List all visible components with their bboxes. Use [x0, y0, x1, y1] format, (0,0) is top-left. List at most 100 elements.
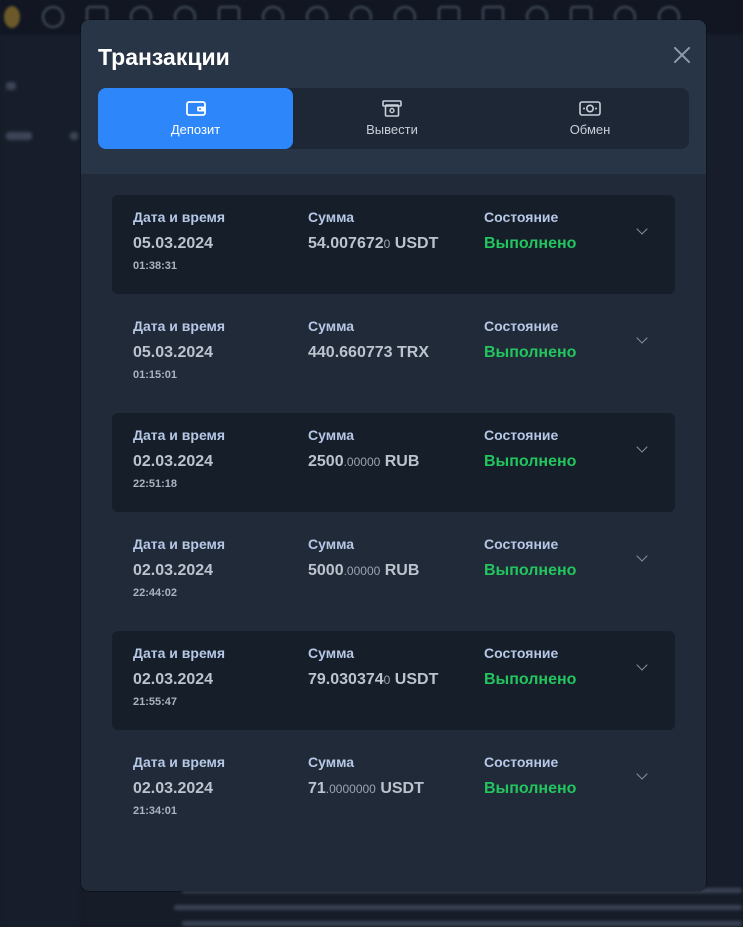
status-cell: Состояние Выполнено	[484, 536, 576, 580]
datetime-label: Дата и время	[133, 536, 226, 552]
amount-main: 5000	[308, 562, 344, 579]
amount-decimals: 0	[383, 673, 391, 687]
amount-label: Сумма	[308, 536, 355, 552]
datetime-label: Дата и время	[133, 318, 226, 334]
amount-currency: TRX	[396, 344, 429, 361]
chevron-down-icon[interactable]	[636, 659, 648, 671]
transaction-amount: 2500.00000 RUB	[308, 453, 419, 471]
status-label: Состояние	[484, 754, 559, 770]
datetime-cell: Дата и время 02.03.2024 22:51:18	[133, 427, 225, 490]
amount-currency: USDT	[380, 780, 424, 797]
amount-cell: Сумма 2500.00000 RUB	[308, 427, 419, 471]
transaction-time: 21:34:01	[133, 805, 178, 817]
amount-main: 79.030374	[308, 671, 384, 688]
tab-bar: Депозит Вывести Обмен	[98, 88, 689, 149]
datetime-label: Дата и время	[133, 427, 226, 443]
amount-label: Сумма	[308, 427, 355, 443]
transaction-amount: 440.660773 TRX	[308, 344, 429, 362]
transaction-date: 05.03.2024	[133, 235, 214, 252]
status-label: Состояние	[484, 645, 559, 661]
transaction-date: 02.03.2024	[133, 453, 214, 470]
status-label: Состояние	[484, 209, 559, 225]
datetime-cell: Дата и время 05.03.2024 01:38:31	[133, 209, 225, 272]
status-cell: Состояние Выполнено	[484, 645, 576, 689]
datetime-cell: Дата и время 02.03.2024 21:34:01	[133, 754, 225, 817]
status-label: Состояние	[484, 318, 559, 334]
transaction-row[interactable]: Дата и время 05.03.2024 01:15:01 Сумма 4…	[112, 304, 675, 403]
status-cell: Состояние Выполнено	[484, 209, 576, 253]
withdraw-icon	[382, 100, 402, 117]
status-label: Состояние	[484, 536, 559, 552]
exchange-icon	[579, 100, 601, 117]
amount-main: 440.660773	[308, 344, 393, 361]
amount-label: Сумма	[308, 318, 355, 334]
background-footer	[82, 888, 743, 927]
transaction-amount: 79.0303740 USDT	[308, 671, 438, 689]
amount-decimals: 0	[383, 237, 391, 251]
datetime-label: Дата и время	[133, 754, 226, 770]
datetime-cell: Дата и время 02.03.2024 21:55:47	[133, 645, 225, 708]
tab-deposit-label: Депозит	[170, 122, 221, 137]
coin-icon	[4, 6, 20, 28]
amount-label: Сумма	[308, 754, 355, 770]
wallet-icon	[185, 100, 206, 117]
status-badge: Выполнено	[484, 780, 577, 797]
status-cell: Состояние Выполнено	[484, 427, 576, 471]
transaction-row[interactable]: Дата и время 02.03.2024 22:44:02 Сумма 5…	[112, 522, 675, 621]
transaction-row[interactable]: Дата и время 05.03.2024 01:38:31 Сумма 5…	[112, 195, 675, 294]
amount-label: Сумма	[308, 209, 355, 225]
amount-cell: Сумма 79.0303740 USDT	[308, 645, 438, 689]
amount-main: 71	[308, 780, 326, 797]
transaction-date: 02.03.2024	[133, 780, 214, 797]
datetime-cell: Дата и время 05.03.2024 01:15:01	[133, 318, 225, 381]
transaction-list: Дата и время 05.03.2024 01:38:31 Сумма 5…	[112, 195, 675, 849]
datetime-label: Дата и время	[133, 209, 226, 225]
transaction-row[interactable]: Дата и время 02.03.2024 21:55:47 Сумма 7…	[112, 631, 675, 730]
amount-decimals: .00000	[343, 455, 381, 469]
amount-currency: RUB	[384, 562, 420, 579]
amount-cell: Сумма 54.0076720 USDT	[308, 209, 438, 253]
tab-withdraw[interactable]: Вывести	[293, 88, 491, 149]
status-cell: Состояние Выполнено	[484, 318, 576, 362]
transaction-row[interactable]: Дата и время 02.03.2024 22:51:18 Сумма 2…	[112, 413, 675, 512]
status-badge: Выполнено	[484, 562, 577, 579]
modal-title: Транзакции	[98, 44, 230, 70]
transaction-date: 02.03.2024	[133, 562, 214, 579]
chevron-down-icon[interactable]	[636, 332, 648, 344]
transaction-date: 02.03.2024	[133, 671, 214, 688]
transactions-modal: Транзакции Депозит Вывести Обмен Дата и …	[81, 20, 706, 891]
transaction-time: 01:38:31	[133, 260, 178, 272]
app-icon	[42, 6, 64, 28]
tab-deposit[interactable]: Депозит	[98, 88, 293, 149]
transaction-time: 22:44:02	[133, 587, 178, 599]
status-badge: Выполнено	[484, 344, 577, 361]
amount-currency: RUB	[384, 453, 420, 470]
tab-exchange-label: Обмен	[569, 122, 611, 137]
chevron-down-icon[interactable]	[636, 441, 648, 453]
amount-decimals: .00000	[343, 564, 381, 578]
chevron-down-icon[interactable]	[636, 550, 648, 562]
transaction-row[interactable]: Дата и время 02.03.2024 21:34:01 Сумма 7…	[112, 740, 675, 839]
amount-decimals: .0000000	[325, 782, 376, 796]
tab-withdraw-label: Вывести	[366, 122, 418, 137]
amount-currency: USDT	[394, 671, 439, 688]
chevron-down-icon[interactable]	[636, 768, 648, 780]
amount-label: Сумма	[308, 645, 355, 661]
amount-main: 2500	[308, 453, 344, 470]
tab-exchange[interactable]: Обмен	[491, 88, 689, 149]
chevron-down-icon[interactable]	[636, 223, 648, 235]
close-button[interactable]	[673, 46, 691, 64]
datetime-label: Дата и время	[133, 645, 226, 661]
status-label: Состояние	[484, 427, 559, 443]
amount-currency: USDT	[394, 235, 439, 252]
transaction-time: 22:51:18	[133, 478, 178, 490]
amount-cell: Сумма 71.0000000 USDT	[308, 754, 424, 798]
status-badge: Выполнено	[484, 235, 577, 252]
transaction-date: 05.03.2024	[133, 344, 214, 361]
amount-cell: Сумма 5000.00000 RUB	[308, 536, 419, 580]
modal-header: Транзакции Депозит Вывести Обмен	[81, 20, 706, 174]
transaction-time: 01:15:01	[133, 369, 178, 381]
background-panel	[706, 34, 743, 927]
status-cell: Состояние Выполнено	[484, 754, 576, 798]
background-sidebar	[0, 34, 82, 927]
